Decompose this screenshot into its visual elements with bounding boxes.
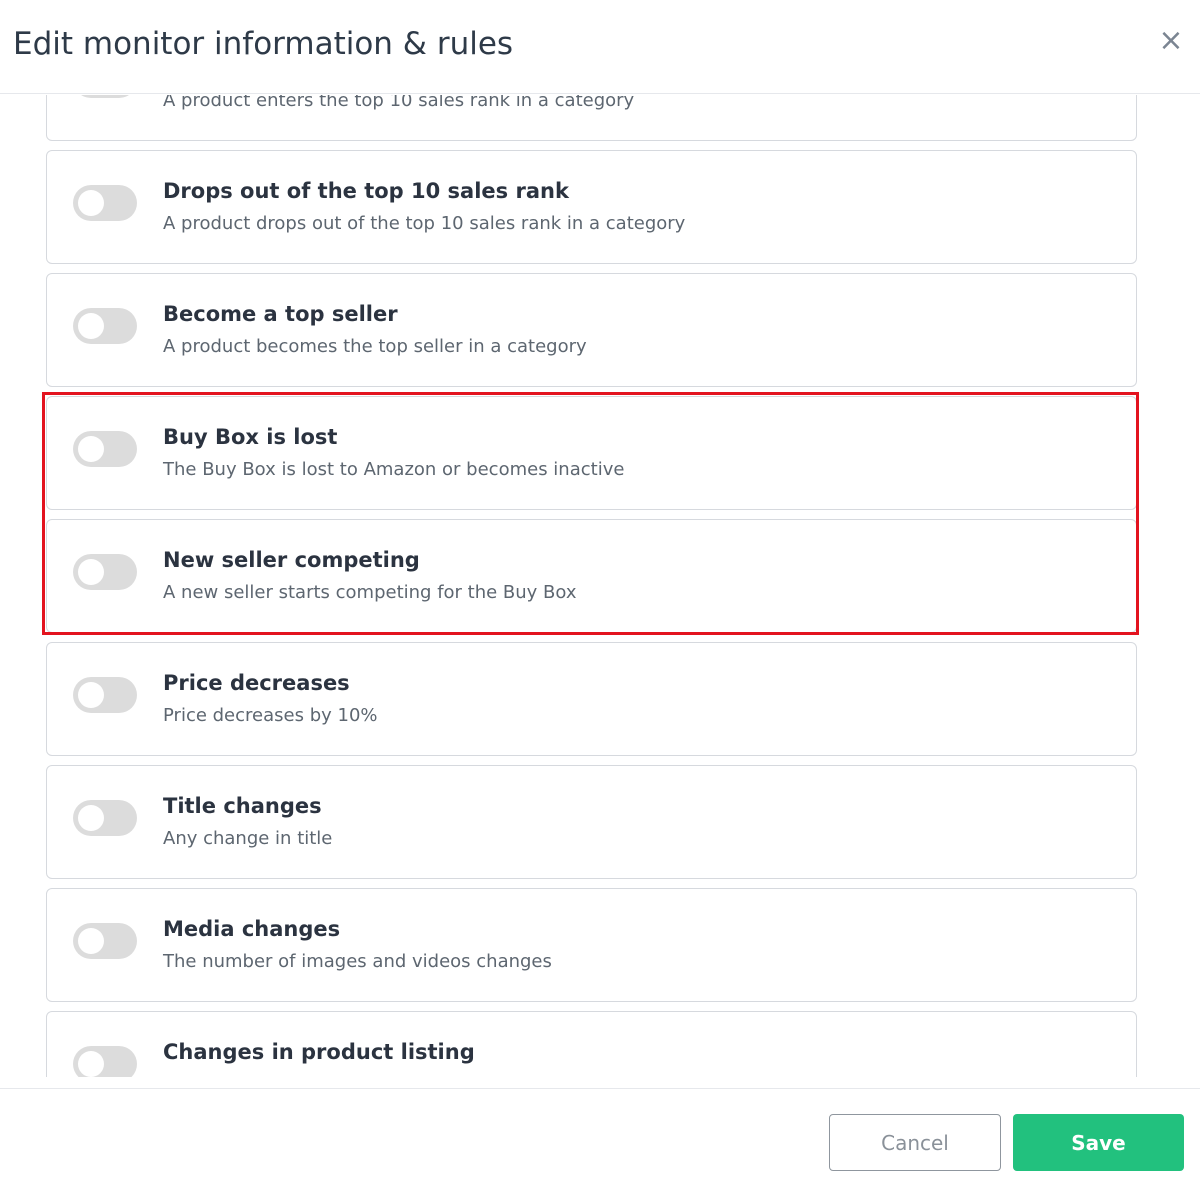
rule-title: Become a top seller [163,302,398,326]
rule-title: Price decreases [163,671,350,695]
toggle-knob [78,1051,104,1077]
rule-card-top-seller: Become a top seller A product becomes th… [46,273,1137,387]
rule-toggle[interactable] [73,185,137,221]
rule-card-buy-box-lost: Buy Box is lost The Buy Box is lost to A… [46,396,1137,510]
modal-header: Edit monitor information & rules × [0,0,1200,94]
rule-description: A product becomes the top seller in a ca… [163,336,587,357]
rule-description: Price decreases by 10% [163,705,378,726]
rule-card-new-seller: New seller competing A new seller starts… [46,519,1137,633]
rule-description: A product enters the top 10 sales rank i… [163,95,635,111]
rule-toggle[interactable] [73,923,137,959]
rule-description: A new seller starts competing for the Bu… [163,582,577,603]
edit-monitor-modal: Edit monitor information & rules × A pro… [0,0,1200,1193]
close-icon: × [1158,23,1184,58]
rule-card-price-decreases: Price decreases Price decreases by 10% [46,642,1137,756]
toggle-knob [78,682,104,708]
rule-card-listing-changes: Changes in product listing [46,1011,1137,1077]
rule-toggle[interactable] [73,800,137,836]
modal-title: Edit monitor information & rules [13,26,514,62]
rule-toggle[interactable] [73,1046,137,1077]
rules-list[interactable]: A product enters the top 10 sales rank i… [0,95,1200,1077]
toggle-knob [78,190,104,216]
rule-card: A product enters the top 10 sales rank i… [46,95,1137,141]
rule-description: The Buy Box is lost to Amazon or becomes… [163,459,625,480]
rule-toggle[interactable] [73,554,137,590]
rule-card-media-changes: Media changes The number of images and v… [46,888,1137,1002]
rule-toggle[interactable] [73,308,137,344]
rule-description: A product drops out of the top 10 sales … [163,213,686,234]
rule-title: Changes in product listing [163,1040,475,1064]
rule-title: Title changes [163,794,322,818]
save-button[interactable]: Save [1013,1114,1184,1171]
rule-description: The number of images and videos changes [163,951,552,972]
cancel-button[interactable]: Cancel [829,1114,1001,1171]
rule-card-title-changes: Title changes Any change in title [46,765,1137,879]
rule-card-drops-out-top10: Drops out of the top 10 sales rank A pro… [46,150,1137,264]
toggle-knob [78,436,104,462]
rule-title: New seller competing [163,548,420,572]
rule-toggle[interactable] [73,677,137,713]
rule-toggle[interactable] [73,431,137,467]
toggle-knob [78,928,104,954]
toggle-knob [78,805,104,831]
rule-title: Buy Box is lost [163,425,338,449]
rule-title: Drops out of the top 10 sales rank [163,179,569,203]
toggle-knob [78,559,104,585]
rule-description: Any change in title [163,828,333,849]
rule-title: Media changes [163,917,341,941]
close-button[interactable]: × [1150,22,1192,60]
modal-footer: Cancel Save [0,1088,1200,1193]
rule-toggle[interactable] [73,95,137,98]
toggle-knob [78,313,104,339]
